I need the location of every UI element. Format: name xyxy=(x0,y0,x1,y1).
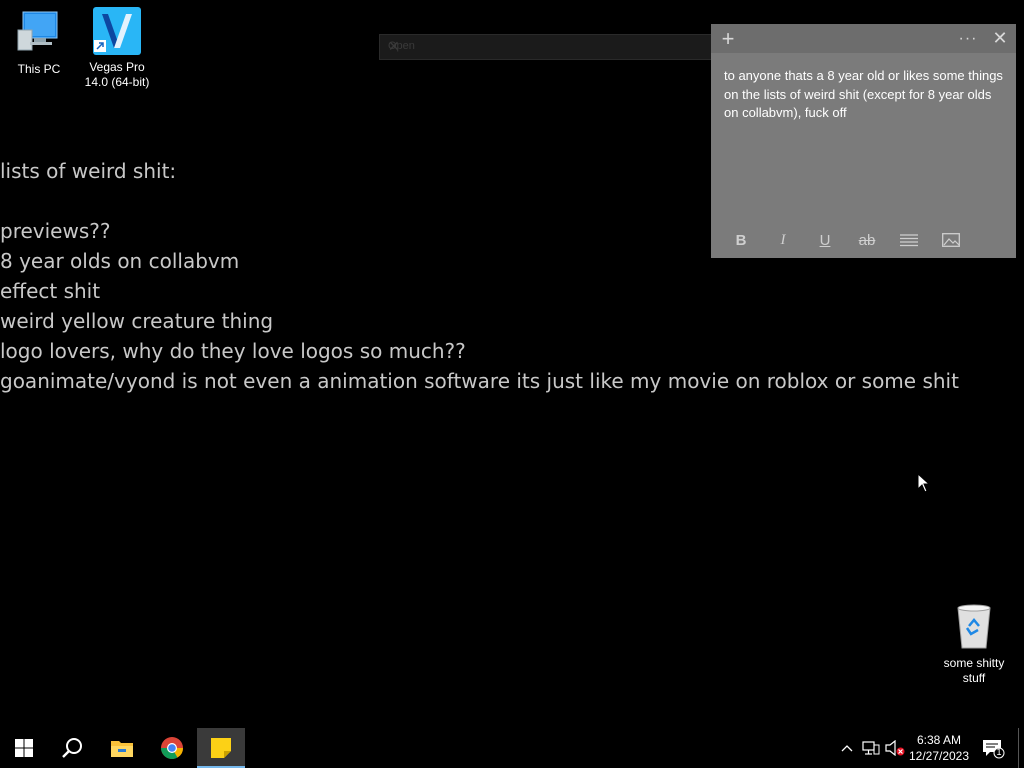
sticky-note-toolbar: B I U ab xyxy=(720,228,972,252)
chrome-button[interactable] xyxy=(148,728,196,768)
search-button[interactable] xyxy=(48,728,96,768)
wallpaper-line: logo lovers, why do they love logos so m… xyxy=(0,339,466,363)
search-icon xyxy=(62,738,82,758)
start-button[interactable] xyxy=(0,728,48,768)
bold-button[interactable]: B xyxy=(720,228,762,252)
sticky-note-header[interactable]: + ··· ✕ xyxy=(711,24,1016,53)
file-explorer-icon xyxy=(111,741,133,757)
network-icon xyxy=(862,741,880,755)
show-desktop-button[interactable] xyxy=(1018,728,1019,768)
strikethrough-button[interactable]: ab xyxy=(846,228,888,252)
sticky-notes-button[interactable] xyxy=(197,728,245,768)
taskbar: 6:38 AM 12/27/2023 1 xyxy=(0,728,1024,768)
wallpaper-line: effect shit xyxy=(0,279,101,303)
desktop-icon-vegas-pro[interactable]: Vegas Pro 14.0 (64-bit) xyxy=(79,6,155,90)
chevron-up-icon xyxy=(841,745,853,752)
sticky-note-text[interactable]: to anyone thats a 8 year old or likes so… xyxy=(724,67,1009,123)
start-icon xyxy=(15,739,33,757)
network-button[interactable] xyxy=(860,728,882,768)
action-center-button[interactable]: 1 xyxy=(980,728,1006,768)
chrome-icon xyxy=(161,737,183,759)
clock[interactable]: 6:38 AM 12/27/2023 xyxy=(906,732,972,764)
desktop-icon-label: Vegas Pro 14.0 (64-bit) xyxy=(84,60,150,89)
mouse-cursor-icon xyxy=(917,472,931,493)
recycle-bin-icon xyxy=(949,602,999,652)
insert-image-button[interactable] xyxy=(930,228,972,252)
vegas-pro-icon xyxy=(92,6,142,56)
file-explorer-button[interactable] xyxy=(98,728,146,768)
sticky-note-window[interactable]: + ··· ✕ to anyone thats a 8 year old or … xyxy=(711,24,1016,258)
wallpaper-line: goanimate/vyond is not even a animation … xyxy=(0,369,959,393)
desktop-icon-label: some shitty stuff xyxy=(943,656,1005,685)
volume-button[interactable] xyxy=(884,728,906,768)
bullet-list-button[interactable] xyxy=(888,228,930,252)
show-hidden-icons-button[interactable] xyxy=(838,728,856,768)
list-icon xyxy=(900,234,918,247)
computer-icon xyxy=(14,8,64,58)
volume-muted-icon xyxy=(885,740,905,756)
clock-date: 12/27/2023 xyxy=(908,749,970,763)
desktop-icon-label: This PC xyxy=(17,62,61,76)
close-note-button[interactable]: ✕ xyxy=(985,24,1015,53)
italic-button[interactable]: I xyxy=(762,228,804,252)
notification-count-badge: 1 xyxy=(996,747,1002,757)
desktop-icon-this-pc[interactable]: This PC xyxy=(1,8,77,77)
wallpaper-line: weird yellow creature thing xyxy=(0,309,274,333)
clock-time: 6:38 AM xyxy=(916,733,962,747)
image-icon xyxy=(942,233,960,247)
desktop-icon-recycle-bin[interactable]: some shitty stuff xyxy=(936,602,1012,686)
underline-button[interactable]: U xyxy=(804,228,846,252)
add-note-button[interactable]: + xyxy=(713,24,743,53)
sticky-notes-icon xyxy=(211,738,231,758)
more-options-button[interactable]: ··· xyxy=(953,24,983,53)
